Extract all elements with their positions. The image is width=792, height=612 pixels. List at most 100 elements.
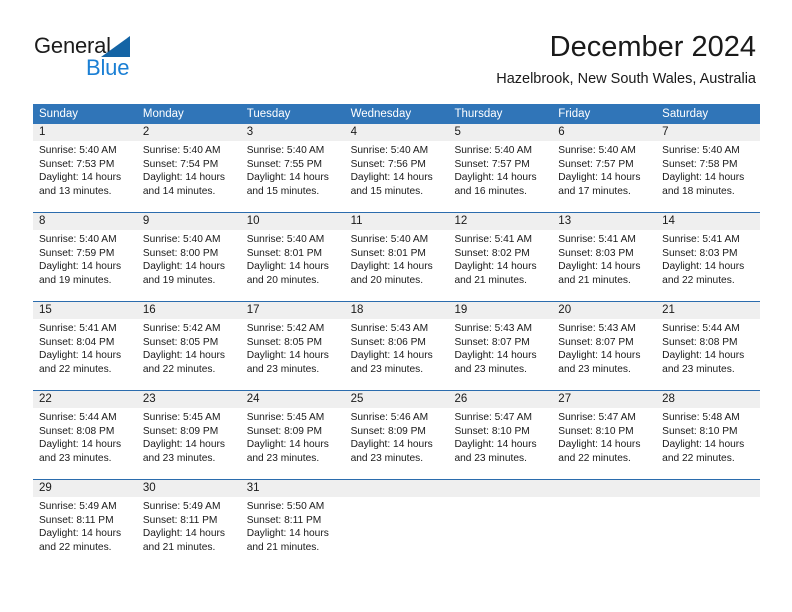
- day-cell-empty: [656, 480, 761, 568]
- daylight-text-line1: Daylight: 14 hours: [454, 172, 537, 184]
- day-number: 3: [240, 124, 345, 141]
- day-number: 29: [33, 480, 137, 497]
- day-cell[interactable]: 29 Sunrise: 5:49 AM Sunset: 8:11 PM Dayl…: [33, 480, 137, 568]
- week-row: 29 Sunrise: 5:49 AM Sunset: 8:11 PM Dayl…: [33, 479, 761, 568]
- day-cell-empty: [448, 480, 553, 568]
- day-cell[interactable]: 6 Sunrise: 5:40 AM Sunset: 7:57 PM Dayli…: [552, 124, 657, 212]
- day-number: [552, 480, 657, 497]
- day-number: 21: [656, 302, 761, 319]
- day-cell[interactable]: 27 Sunrise: 5:47 AM Sunset: 8:10 PM Dayl…: [552, 391, 657, 479]
- sunrise-text: Sunrise: 5:49 AM: [142, 501, 221, 512]
- daylight-text-line2: and 23 minutes.: [142, 452, 216, 464]
- sunrise-text: Sunrise: 5:43 AM: [350, 323, 429, 334]
- day-cell[interactable]: 30 Sunrise: 5:49 AM Sunset: 8:11 PM Dayl…: [136, 480, 241, 568]
- day-cell[interactable]: 8 Sunrise: 5:40 AM Sunset: 7:59 PM Dayli…: [33, 213, 137, 301]
- sunset-text: Sunset: 7:53 PM: [39, 158, 115, 170]
- sunrise-text: Sunrise: 5:40 AM: [142, 145, 221, 156]
- day-cell[interactable]: 13 Sunrise: 5:41 AM Sunset: 8:03 PM Dayl…: [552, 213, 657, 301]
- sunrise-text: Sunrise: 5:40 AM: [142, 234, 221, 245]
- day-details: Sunrise: 5:44 AM Sunset: 8:08 PM Dayligh…: [33, 408, 137, 465]
- general-blue-logo[interactable]: General Blue: [34, 33, 214, 83]
- day-cell[interactable]: 31 Sunrise: 5:50 AM Sunset: 8:11 PM Dayl…: [240, 480, 345, 568]
- daylight-text-line1: Daylight: 14 hours: [558, 439, 641, 451]
- daylight-text-line2: and 23 minutes.: [454, 363, 527, 375]
- day-cell[interactable]: 20 Sunrise: 5:43 AM Sunset: 8:07 PM Dayl…: [552, 302, 657, 390]
- day-cell[interactable]: 3 Sunrise: 5:40 AM Sunset: 7:55 PM Dayli…: [240, 124, 345, 212]
- daylight-text-line1: Daylight: 14 hours: [454, 261, 537, 273]
- sunset-text: Sunset: 8:03 PM: [662, 247, 738, 259]
- sunset-text: Sunset: 7:55 PM: [246, 158, 323, 170]
- day-cell[interactable]: 21 Sunrise: 5:44 AM Sunset: 8:08 PM Dayl…: [656, 302, 761, 390]
- day-cell[interactable]: 11 Sunrise: 5:40 AM Sunset: 8:01 PM Dayl…: [344, 213, 449, 301]
- day-cell[interactable]: 23 Sunrise: 5:45 AM Sunset: 8:09 PM Dayl…: [136, 391, 241, 479]
- day-number: 22: [33, 391, 137, 408]
- sunrise-text: Sunrise: 5:47 AM: [558, 412, 636, 423]
- day-number: 18: [344, 302, 449, 319]
- sunrise-text: Sunrise: 5:43 AM: [558, 323, 636, 334]
- day-cell[interactable]: 28 Sunrise: 5:48 AM Sunset: 8:10 PM Dayl…: [656, 391, 761, 479]
- day-details: Sunrise: 5:40 AM Sunset: 7:59 PM Dayligh…: [33, 230, 137, 287]
- day-number: [656, 480, 761, 497]
- day-cell[interactable]: 16 Sunrise: 5:42 AM Sunset: 8:05 PM Dayl…: [136, 302, 241, 390]
- day-details: Sunrise: 5:40 AM Sunset: 8:00 PM Dayligh…: [137, 230, 241, 287]
- daylight-text-line2: and 13 minutes.: [39, 185, 112, 197]
- sunset-text: Sunset: 8:11 PM: [142, 514, 218, 526]
- weekday-header-friday: Friday: [558, 108, 591, 120]
- day-cell[interactable]: 25 Sunrise: 5:46 AM Sunset: 8:09 PM Dayl…: [344, 391, 449, 479]
- day-cell[interactable]: 9 Sunrise: 5:40 AM Sunset: 8:00 PM Dayli…: [136, 213, 241, 301]
- day-cell-empty: [344, 480, 449, 568]
- day-cell[interactable]: 14 Sunrise: 5:41 AM Sunset: 8:03 PM Dayl…: [656, 213, 761, 301]
- daylight-text-line1: Daylight: 14 hours: [142, 350, 225, 362]
- sunrise-text: Sunrise: 5:50 AM: [246, 501, 325, 512]
- day-number: 25: [344, 391, 449, 408]
- daylight-text-line1: Daylight: 14 hours: [246, 528, 329, 540]
- day-cell[interactable]: 17 Sunrise: 5:42 AM Sunset: 8:05 PM Dayl…: [240, 302, 345, 390]
- sunset-text: Sunset: 8:11 PM: [39, 514, 114, 526]
- sunset-text: Sunset: 8:07 PM: [558, 336, 634, 348]
- day-details: Sunrise: 5:47 AM Sunset: 8:10 PM Dayligh…: [552, 408, 656, 465]
- sunset-text: Sunset: 8:08 PM: [39, 425, 115, 437]
- daylight-text-line1: Daylight: 14 hours: [350, 261, 433, 273]
- calendar-page: General Blue December 2024 Hazelbrook, N…: [0, 0, 792, 612]
- daylight-text-line2: and 14 minutes.: [142, 185, 216, 197]
- day-details: Sunrise: 5:40 AM Sunset: 7:57 PM Dayligh…: [552, 141, 656, 198]
- day-cell[interactable]: 1 Sunrise: 5:40 AM Sunset: 7:53 PM Dayli…: [33, 124, 137, 212]
- day-details: Sunrise: 5:40 AM Sunset: 7:55 PM Dayligh…: [241, 141, 345, 198]
- daylight-text-line2: and 22 minutes.: [39, 541, 112, 553]
- title-block: December 2024 Hazelbrook, New South Wale…: [496, 30, 756, 88]
- sunset-text: Sunset: 8:11 PM: [246, 514, 322, 526]
- day-cell[interactable]: 12 Sunrise: 5:41 AM Sunset: 8:02 PM Dayl…: [448, 213, 553, 301]
- day-cell[interactable]: 5 Sunrise: 5:40 AM Sunset: 7:57 PM Dayli…: [448, 124, 553, 212]
- day-cell[interactable]: 15 Sunrise: 5:41 AM Sunset: 8:04 PM Dayl…: [33, 302, 137, 390]
- day-details: Sunrise: 5:45 AM Sunset: 8:09 PM Dayligh…: [241, 408, 345, 465]
- sunrise-text: Sunrise: 5:45 AM: [246, 412, 325, 423]
- sunset-text: Sunset: 8:10 PM: [558, 425, 634, 437]
- day-details: Sunrise: 5:40 AM Sunset: 8:01 PM Dayligh…: [241, 230, 345, 287]
- daylight-text-line1: Daylight: 14 hours: [350, 439, 433, 451]
- sunset-text: Sunset: 8:10 PM: [662, 425, 738, 437]
- day-cell[interactable]: 24 Sunrise: 5:45 AM Sunset: 8:09 PM Dayl…: [240, 391, 345, 479]
- daylight-text-line1: Daylight: 14 hours: [558, 350, 641, 362]
- day-cell[interactable]: 18 Sunrise: 5:43 AM Sunset: 8:06 PM Dayl…: [344, 302, 449, 390]
- daylight-text-line1: Daylight: 14 hours: [142, 172, 225, 184]
- day-number: 30: [136, 480, 241, 497]
- sunrise-text: Sunrise: 5:40 AM: [558, 145, 636, 156]
- day-cell[interactable]: 7 Sunrise: 5:40 AM Sunset: 7:58 PM Dayli…: [656, 124, 761, 212]
- daylight-text-line2: and 19 minutes.: [142, 274, 216, 286]
- day-number: 27: [552, 391, 657, 408]
- daylight-text-line1: Daylight: 14 hours: [39, 528, 122, 540]
- daylight-text-line2: and 23 minutes.: [558, 363, 631, 375]
- sunrise-text: Sunrise: 5:43 AM: [454, 323, 533, 334]
- daylight-text-line1: Daylight: 14 hours: [662, 350, 745, 362]
- day-cell[interactable]: 2 Sunrise: 5:40 AM Sunset: 7:54 PM Dayli…: [136, 124, 241, 212]
- day-cell[interactable]: 4 Sunrise: 5:40 AM Sunset: 7:56 PM Dayli…: [344, 124, 449, 212]
- sunset-text: Sunset: 7:54 PM: [142, 158, 219, 170]
- day-cell[interactable]: 22 Sunrise: 5:44 AM Sunset: 8:08 PM Dayl…: [33, 391, 137, 479]
- daylight-text-line2: and 22 minutes.: [142, 363, 216, 375]
- day-cell[interactable]: 19 Sunrise: 5:43 AM Sunset: 8:07 PM Dayl…: [448, 302, 553, 390]
- day-number: 11: [344, 213, 449, 230]
- weekday-header-row: Sunday Monday Tuesday Wednesday Thursday…: [33, 104, 760, 124]
- sunset-text: Sunset: 8:04 PM: [39, 336, 115, 348]
- day-cell[interactable]: 26 Sunrise: 5:47 AM Sunset: 8:10 PM Dayl…: [448, 391, 553, 479]
- day-cell[interactable]: 10 Sunrise: 5:40 AM Sunset: 8:01 PM Dayl…: [240, 213, 345, 301]
